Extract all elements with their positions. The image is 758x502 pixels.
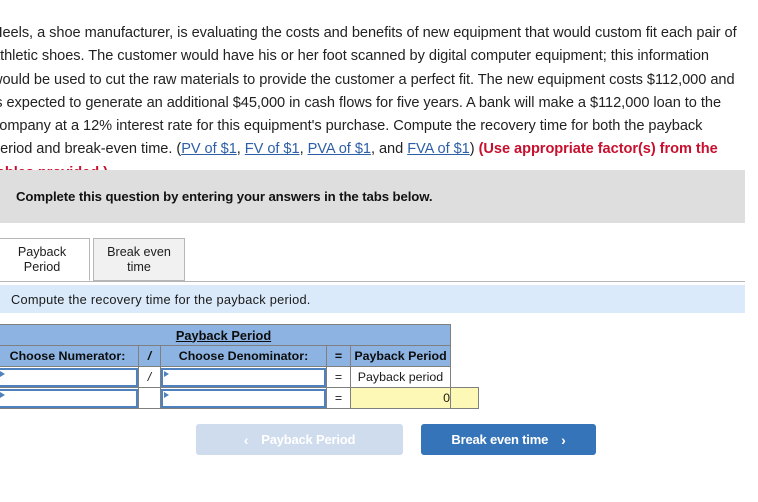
table-header-row: Choose Numerator: / Choose Denominator: … xyxy=(0,345,479,367)
dropdown-arrow-icon xyxy=(0,370,5,377)
equals-cell-2: = xyxy=(326,387,351,409)
link-pva-of-1[interactable]: PVA of $1 xyxy=(308,141,371,157)
numerator-select-cell-1[interactable] xyxy=(0,366,139,388)
dropdown-arrow-icon xyxy=(164,391,169,398)
payback-period-result-unit xyxy=(450,387,479,409)
prev-payback-period-button[interactable]: ‹ Payback Period xyxy=(196,424,403,455)
separator-2: , xyxy=(299,141,308,158)
question-paragraph: Heels, a shoe manufacturer, is evaluatin… xyxy=(0,22,744,185)
tab-break-even-time-label-line1: Break even xyxy=(107,244,171,259)
link-fv-of-1[interactable]: FV of $1 xyxy=(245,141,300,157)
separator-3: , and xyxy=(370,141,408,158)
header-spacer xyxy=(451,346,479,367)
question-body: Heels, a shoe manufacturer, is evaluatin… xyxy=(0,22,744,185)
payback-period-result-value: 0 xyxy=(350,387,451,409)
tab-payback-period-label-line2: Period xyxy=(23,259,61,274)
table-title-spacer xyxy=(451,325,479,346)
denominator-select-cell-2[interactable] xyxy=(160,387,327,409)
header-choose-numerator: Choose Numerator: xyxy=(0,345,139,367)
header-equals: = xyxy=(326,345,351,367)
separator-1: , xyxy=(236,141,245,158)
chevron-right-icon: › xyxy=(561,431,566,448)
operator-cell-2 xyxy=(138,387,161,409)
tab-payback-period-label-line1: Payback xyxy=(17,244,67,259)
sub-instruction-text: Compute the recovery time for the paybac… xyxy=(11,291,311,307)
row-spacer-1 xyxy=(451,367,479,388)
tab-break-even-time[interactable]: Break even time xyxy=(93,238,185,281)
prev-button-label: Payback Period xyxy=(261,432,356,447)
dropdown-arrow-icon xyxy=(0,391,5,398)
table-row: / = Payback period xyxy=(0,366,479,388)
numerator-dropdown-2[interactable] xyxy=(0,388,138,408)
dropdown-arrow-icon xyxy=(164,370,169,377)
operator-cell-1: / xyxy=(138,366,161,388)
navigation-buttons: ‹ Payback Period Break even time › xyxy=(196,424,596,455)
payback-period-answer-table: Payback Period Choose Numerator: / Choos… xyxy=(0,324,479,409)
table-title: Payback Period xyxy=(0,324,451,346)
header-choose-denominator: Choose Denominator: xyxy=(160,345,327,367)
header-payback-period-result: Payback Period xyxy=(350,345,451,367)
next-button-label: Break even time xyxy=(451,432,549,447)
denominator-dropdown-2[interactable] xyxy=(161,388,326,408)
sub-instruction-bar: Compute the recovery time for the paybac… xyxy=(0,285,745,313)
equals-cell-1: = xyxy=(326,366,351,388)
link-fva-of-1[interactable]: FVA of $1 xyxy=(407,141,470,157)
link-pv-of-1[interactable]: PV of $1 xyxy=(181,141,237,157)
table-row: = 0 xyxy=(0,387,479,409)
chevron-left-icon: ‹ xyxy=(243,431,249,448)
tab-break-even-time-label-line2: time xyxy=(127,259,151,274)
table-title-row: Payback Period xyxy=(0,324,479,346)
tab-bar: Payback Period Break even time xyxy=(0,238,745,282)
next-break-even-time-button[interactable]: Break even time › xyxy=(421,424,596,455)
header-divider: / xyxy=(138,345,161,367)
complete-question-text: Complete this question by entering your … xyxy=(16,189,433,204)
tab-payback-period[interactable]: Payback Period xyxy=(0,238,90,281)
result-label-cell-1: Payback period xyxy=(350,366,451,388)
close-paren: ) xyxy=(469,141,479,158)
complete-question-banner: Complete this question by entering your … xyxy=(0,170,745,223)
numerator-select-cell-2[interactable] xyxy=(0,387,139,409)
denominator-dropdown-1[interactable] xyxy=(161,367,326,387)
numerator-dropdown-1[interactable] xyxy=(0,367,138,387)
denominator-select-cell-1[interactable] xyxy=(160,366,327,388)
question-main-text: Heels, a shoe manufacturer, is evaluatin… xyxy=(0,25,737,158)
